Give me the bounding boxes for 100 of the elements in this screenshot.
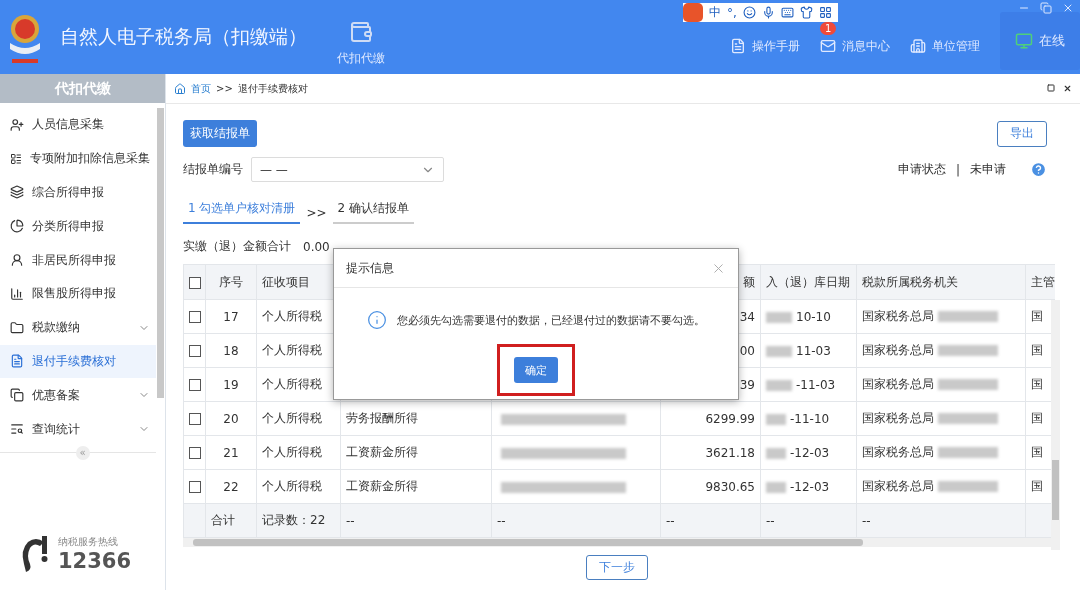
table-cell: 国 bbox=[1031, 343, 1043, 357]
dialog-message: 您必须先勾选需要退付的数据，已经退付过的数据请不要勾选。 bbox=[397, 312, 705, 328]
scrollbar[interactable] bbox=[157, 108, 164, 398]
table-cell: -- bbox=[766, 513, 775, 528]
table-cell: 国家税务总局 bbox=[862, 343, 934, 357]
table-cell: 10-10 bbox=[796, 309, 831, 324]
table-cell: 18 bbox=[223, 343, 239, 358]
layers-icon bbox=[10, 185, 24, 200]
total-label: 实缴（退）金额合计 bbox=[183, 238, 291, 255]
checkbox[interactable] bbox=[189, 311, 201, 323]
copy-icon bbox=[10, 388, 24, 403]
step-separator: >> bbox=[306, 206, 327, 222]
table-cell: -- bbox=[497, 513, 506, 528]
vertical-scrollbar[interactable] bbox=[1051, 300, 1060, 550]
microphone-icon[interactable] bbox=[761, 6, 775, 19]
table-cell: -- bbox=[862, 513, 871, 528]
sidebar-item[interactable]: 综合所得申报 bbox=[0, 175, 156, 210]
table-cell: 17 bbox=[223, 309, 239, 324]
breadcrumb-link[interactable]: 首页 bbox=[191, 81, 211, 96]
app-title: 自然人电子税务局（扣缴端） bbox=[60, 24, 307, 49]
hotline-number: 12366 bbox=[58, 549, 132, 573]
table-cell: 个人所得税 bbox=[262, 479, 322, 493]
smile-icon[interactable] bbox=[742, 6, 756, 19]
ime-punctuation[interactable]: °, bbox=[727, 5, 737, 20]
table-cell: 国家税务总局 bbox=[862, 377, 934, 391]
ime-logo-icon bbox=[683, 3, 703, 22]
table-cell: -11-03 bbox=[796, 377, 836, 392]
table-cell: 国 bbox=[1031, 479, 1043, 493]
maximize-icon[interactable] bbox=[1047, 84, 1055, 92]
step-tab[interactable]: 2 确认结报单 bbox=[332, 200, 414, 224]
close-icon[interactable] bbox=[1063, 84, 1072, 93]
next-step-button[interactable]: 下一步 bbox=[585, 555, 648, 580]
table-cell: 11-03 bbox=[796, 343, 831, 358]
sidebar-item[interactable]: 限售股所得申报 bbox=[0, 277, 156, 311]
table-cell: 国 bbox=[1031, 309, 1043, 323]
table-cell: 个人所得税 bbox=[262, 377, 322, 391]
table-cell: 9830.65 bbox=[705, 479, 755, 494]
confirm-button[interactable]: 确定 bbox=[514, 357, 558, 383]
document-icon bbox=[10, 354, 24, 369]
table-cell: -11-10 bbox=[790, 411, 830, 426]
table-cell: 个人所得税 bbox=[262, 411, 322, 425]
table-cell: 22 bbox=[223, 479, 239, 494]
monitor-icon bbox=[1015, 32, 1033, 50]
table-cell: 国 bbox=[1031, 445, 1043, 459]
table-cell: 34 bbox=[739, 309, 755, 324]
nav-item[interactable]: 消息中心 1 bbox=[820, 21, 890, 55]
column-header: 税款所属税务机关 bbox=[862, 274, 958, 289]
person-icon bbox=[10, 253, 24, 268]
sidebar-item[interactable]: 非居民所得申报 bbox=[0, 243, 156, 277]
table-cell: 21 bbox=[223, 445, 239, 460]
online-status[interactable]: 在线 bbox=[1000, 12, 1080, 70]
table-cell: 工资薪金所得 bbox=[346, 445, 418, 459]
ime-mode[interactable]: 中 bbox=[709, 4, 721, 21]
table-cell: -12-03 bbox=[790, 479, 830, 494]
restore-icon[interactable] bbox=[1040, 2, 1052, 14]
field-label: 结报单编号 bbox=[183, 161, 243, 178]
column-header: 额 bbox=[743, 274, 755, 289]
checkbox[interactable] bbox=[189, 481, 201, 493]
breadcrumb-separator: >> bbox=[216, 83, 233, 94]
manual-icon bbox=[730, 38, 746, 54]
redacted-block bbox=[938, 379, 998, 390]
pie-chart-icon bbox=[10, 219, 24, 234]
table-cell: 20 bbox=[223, 411, 239, 426]
table-cell: 劳务报酬所得 bbox=[346, 411, 418, 425]
table-cell: 个人所得税 bbox=[262, 309, 322, 323]
checkbox[interactable] bbox=[189, 447, 201, 459]
sidebar-item[interactable]: 人员信息采集 bbox=[0, 108, 156, 142]
redacted-block bbox=[766, 481, 786, 493]
table-cell: 39 bbox=[739, 377, 755, 392]
sidebar-item[interactable]: 专项附加扣除信息采集 bbox=[0, 141, 156, 176]
export-button[interactable]: 导出 bbox=[997, 120, 1047, 147]
keyboard-icon[interactable] bbox=[780, 6, 794, 19]
sidebar-item[interactable]: 分类所得申报 bbox=[0, 209, 156, 244]
checkbox[interactable] bbox=[189, 379, 201, 391]
table-cell: 国家税务总局 bbox=[862, 309, 934, 323]
column-header: 主管 bbox=[1031, 274, 1055, 289]
redacted-block bbox=[766, 413, 786, 425]
shirt-icon[interactable] bbox=[799, 6, 813, 19]
table-cell: 记录数：22 bbox=[262, 513, 326, 527]
checkbox[interactable] bbox=[189, 413, 201, 425]
table-cell: 19 bbox=[223, 377, 239, 392]
table-cell: -12-03 bbox=[790, 445, 830, 460]
home-icon bbox=[174, 82, 186, 95]
grid-icon[interactable] bbox=[818, 6, 832, 19]
checkbox[interactable] bbox=[189, 345, 201, 357]
sidebar-item[interactable]: 优惠备案 bbox=[0, 378, 156, 413]
checkbox[interactable] bbox=[189, 276, 201, 289]
redacted-block bbox=[938, 481, 998, 492]
table-cell: 国家税务总局 bbox=[862, 445, 934, 459]
sidebar-item[interactable]: 退付手续费核对 bbox=[0, 344, 156, 379]
sidebar-title: 代扣代缴 bbox=[0, 74, 165, 103]
step-tab[interactable]: 1 勾选单户核对清册 bbox=[183, 200, 301, 224]
column-header: 入（退）库日期 bbox=[766, 274, 850, 289]
sidebar-item[interactable]: 查询统计 bbox=[0, 412, 156, 446]
help-icon[interactable] bbox=[1030, 161, 1047, 178]
get-report-button[interactable]: 获取结报单 bbox=[183, 120, 257, 147]
sidebar-item[interactable]: 税款缴纳 bbox=[0, 310, 156, 345]
folder-icon bbox=[10, 320, 24, 335]
redacted-block bbox=[766, 345, 792, 357]
report-number-select[interactable]: — — bbox=[251, 157, 444, 182]
